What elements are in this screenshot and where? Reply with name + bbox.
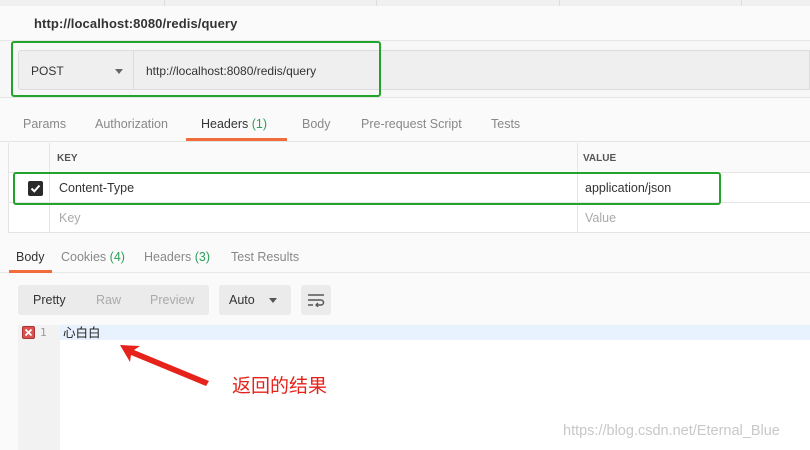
error-icon — [22, 326, 35, 339]
tab-authorization[interactable]: Authorization — [95, 117, 168, 131]
top-tab-strip — [0, 0, 810, 6]
line-number: 1 — [40, 326, 47, 339]
wrap-lines-button[interactable] — [301, 285, 331, 315]
tab-body[interactable]: Body — [302, 117, 331, 131]
format-button-group: Pretty Raw Preview — [18, 285, 209, 315]
pretty-button[interactable]: Pretty — [33, 293, 66, 307]
tab-separator — [164, 0, 165, 6]
value-column-header: VALUE — [583, 153, 617, 164]
active-tab-indicator — [186, 138, 287, 141]
tab-label: Authorization — [95, 117, 168, 131]
wrap-lines-icon — [308, 294, 325, 307]
tab-headers[interactable]: Headers (1) — [201, 117, 267, 131]
request-tabs: Params Authorization Headers (1) Body Pr… — [0, 108, 810, 142]
tab-test-results[interactable]: Test Results — [231, 250, 299, 264]
tab-response-headers[interactable]: Headers (3) — [144, 250, 210, 264]
raw-button[interactable]: Raw — [96, 293, 121, 307]
active-line-highlight — [60, 325, 810, 340]
table-row-new: Key Value — [9, 203, 810, 233]
line-gutter: 1 — [18, 325, 60, 450]
tab-label: Params — [23, 117, 67, 131]
tab-label: Pre-request Script — [361, 117, 462, 131]
language-select[interactable]: Auto — [219, 285, 291, 315]
annotation-arrow-icon — [120, 345, 209, 386]
chevron-down-icon — [269, 298, 277, 303]
request-title: http://localhost:8080/redis/query — [34, 16, 238, 31]
tab-cookies[interactable]: Cookies (4) — [61, 250, 125, 264]
new-value-input[interactable]: Value — [585, 211, 616, 225]
response-content: 心白白 — [63, 325, 101, 340]
table-header-row: KEY VALUE — [9, 143, 810, 173]
tab-label: Body — [302, 117, 331, 131]
tab-label: Cookies — [61, 250, 107, 264]
language-label: Auto — [229, 293, 255, 307]
new-key-input[interactable]: Key — [59, 211, 81, 225]
watermark: https://blog.csdn.net/Eternal_Blue — [563, 423, 780, 439]
tab-count: (4) — [109, 250, 125, 264]
tab-label: Headers — [201, 117, 249, 131]
tab-response-body[interactable]: Body — [16, 250, 45, 264]
active-tab-indicator — [9, 270, 52, 273]
tab-pre-request-script[interactable]: Pre-request Script — [361, 117, 462, 131]
preview-button[interactable]: Preview — [150, 293, 194, 307]
tab-count: (3) — [194, 250, 211, 264]
tab-count: (1) — [251, 117, 268, 131]
divider — [0, 272, 810, 273]
tab-label: Test Results — [231, 250, 300, 264]
response-tabs: Body Cookies (4) Headers (3) Test Result… — [0, 242, 810, 272]
tab-tests[interactable]: Tests — [491, 117, 520, 131]
key-column-header: KEY — [57, 153, 78, 164]
tab-label: Body — [16, 250, 45, 264]
tab-params[interactable]: Params — [23, 117, 66, 131]
tab-separator — [741, 0, 742, 6]
tab-separator — [559, 0, 560, 6]
tab-separator — [376, 0, 377, 6]
tab-label: Tests — [491, 117, 521, 131]
tab-label: Headers — [144, 250, 192, 264]
annotation-text: 返回的结果 — [232, 375, 328, 397]
highlight-box-header-row — [13, 172, 721, 205]
highlight-box-url — [11, 41, 381, 97]
